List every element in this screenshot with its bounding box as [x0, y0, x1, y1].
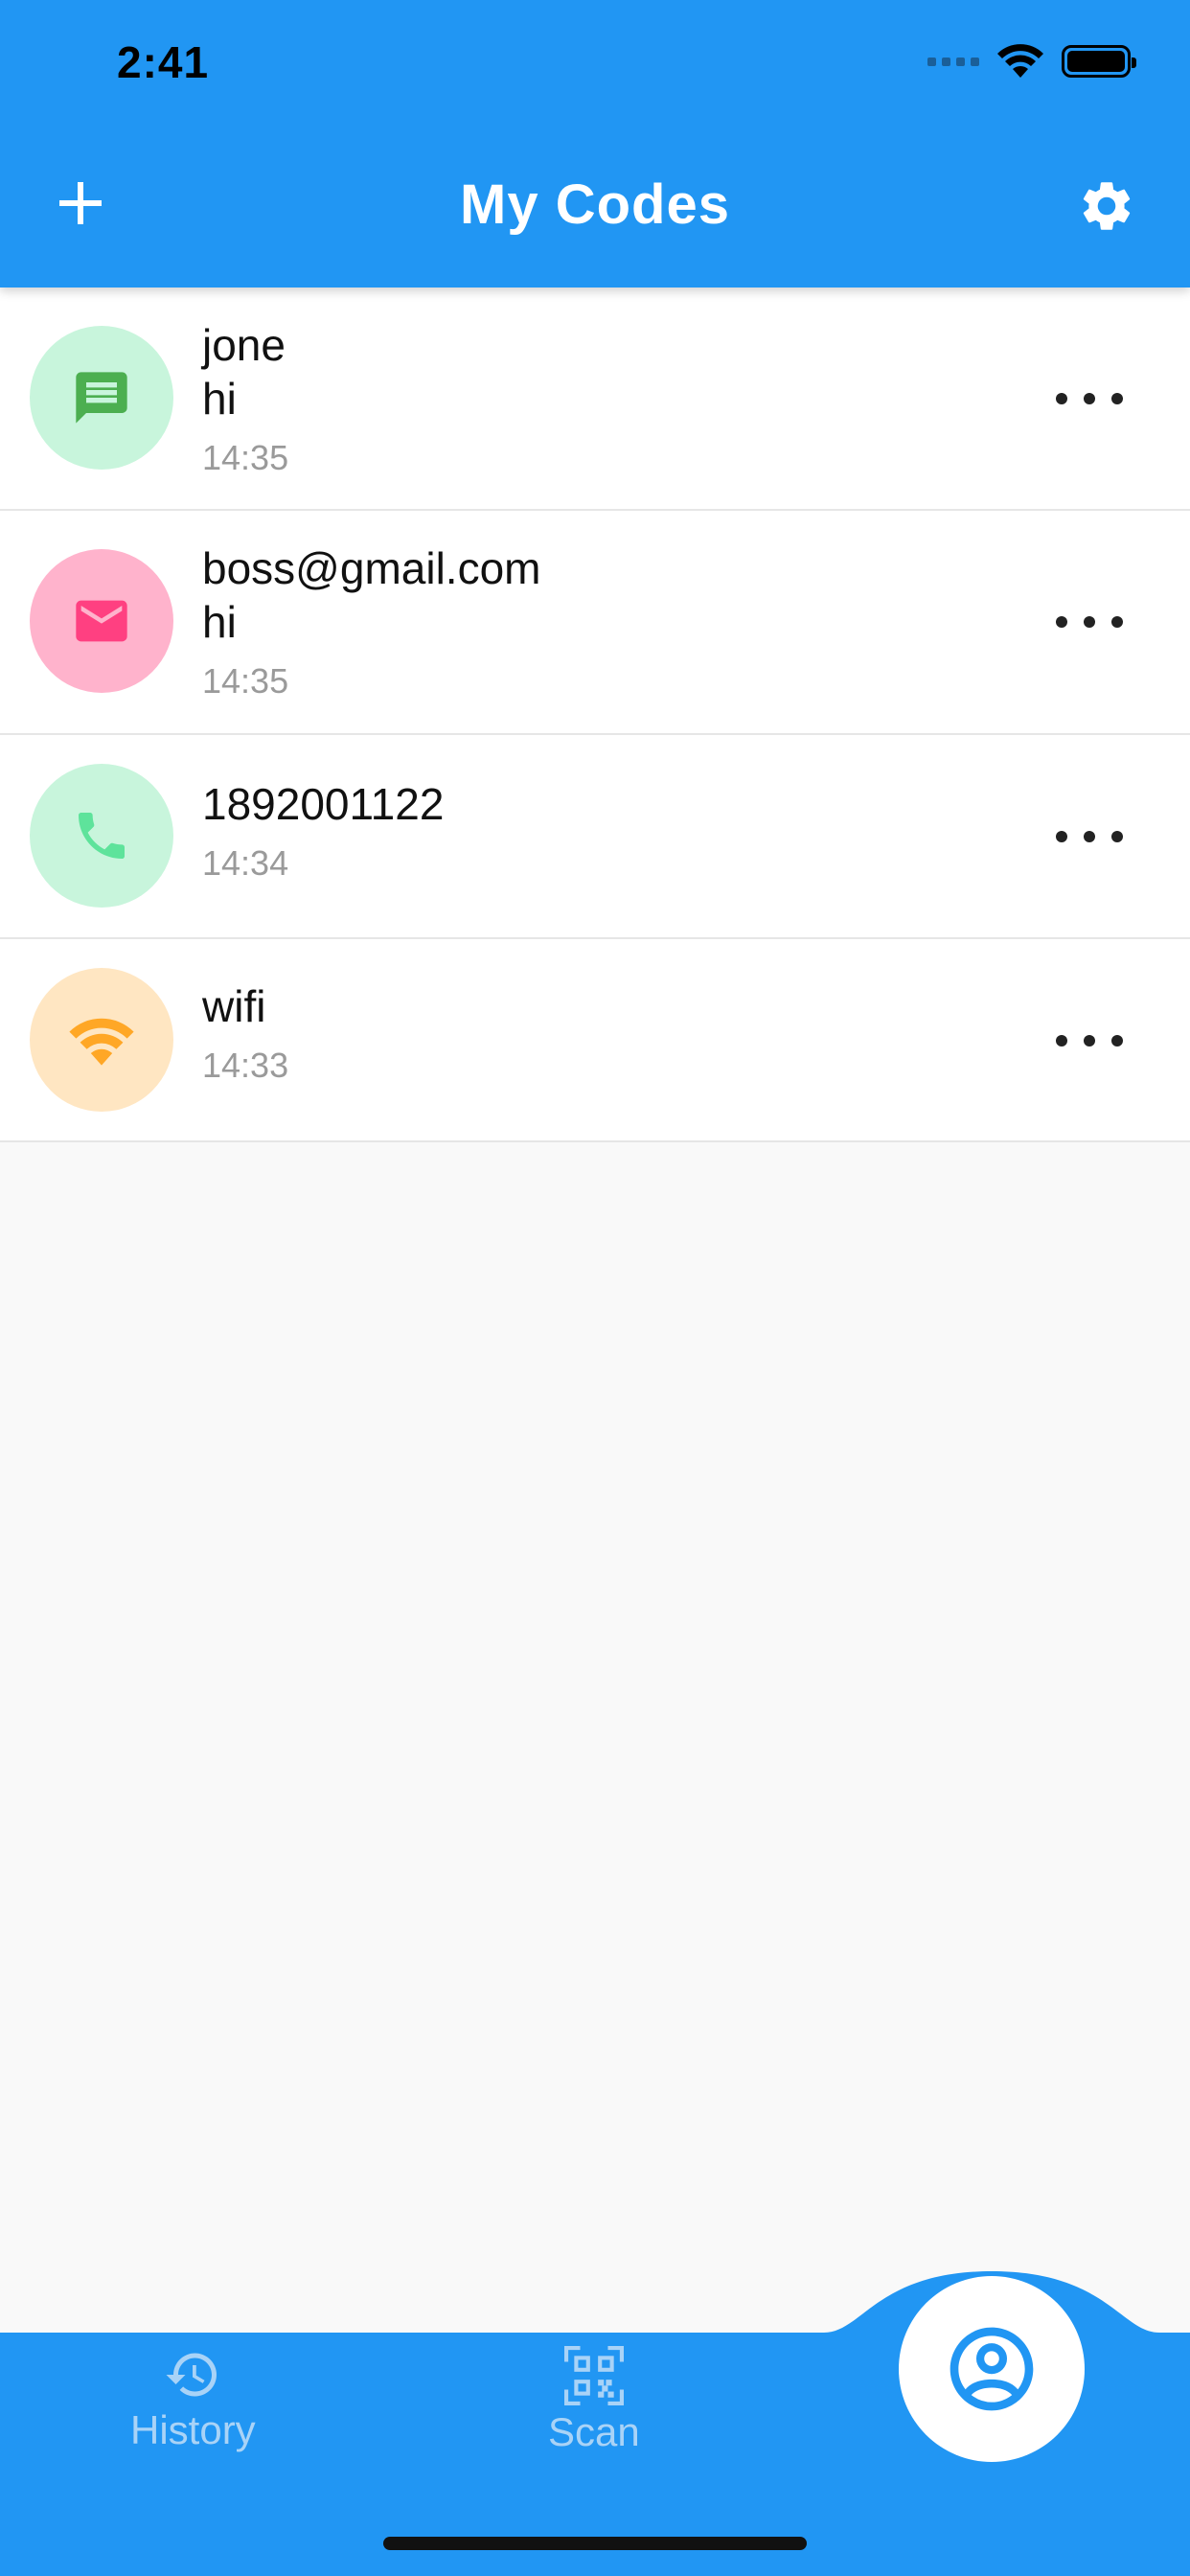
item-time: 14:33 [202, 1046, 289, 1085]
mail-icon-shape [76, 600, 127, 642]
more-options-button[interactable] [1056, 603, 1123, 641]
codes-list: jone hi 14:35 boss@gmail.com hi 14:35 18… [0, 288, 1190, 1142]
list-item[interactable]: wifi 14:33 [0, 939, 1190, 1142]
nav-history[interactable]: History [130, 2346, 256, 2453]
gear-icon [1083, 182, 1131, 230]
item-title: boss@gmail.com [202, 543, 541, 593]
nav-history-label: History [130, 2407, 256, 2452]
message-icon [76, 372, 127, 424]
cellular-signal-icon [927, 57, 979, 66]
nav-my-codes-button[interactable] [899, 2276, 1085, 2462]
mail-avatar [30, 549, 173, 693]
item-subtitle: hi [202, 597, 237, 647]
mail-icon [76, 600, 127, 642]
qr-scan-icon [563, 2346, 624, 2405]
nav-scan[interactable]: Scan [548, 2346, 640, 2455]
more-options-button[interactable] [1056, 817, 1123, 856]
item-time: 14:34 [202, 843, 289, 883]
item-time: 14:35 [202, 438, 289, 477]
item-subtitle: hi [202, 374, 237, 424]
list-item[interactable]: 1892001122 14:34 [0, 735, 1190, 939]
home-indicator [383, 2537, 807, 2550]
item-time: 14:35 [202, 661, 289, 701]
app-bar: 2:41 My Codes [0, 0, 1190, 288]
more-options-button[interactable] [1056, 380, 1123, 418]
status-time: 2:41 [117, 37, 210, 87]
phone-avatar [30, 764, 173, 908]
battery-icon [1062, 45, 1136, 78]
history-icon [166, 2353, 217, 2397]
wifi-icon [69, 1018, 134, 1066]
wifi-icon-shape [69, 1018, 134, 1066]
phone-icon-shape [79, 813, 125, 859]
phone-icon [79, 813, 125, 859]
item-title: wifi [202, 981, 266, 1031]
message-icon-shape [76, 372, 127, 424]
page-title: My Codes [460, 173, 730, 236]
list-item[interactable]: boss@gmail.com hi 14:35 [0, 511, 1190, 735]
screen: 2:41 My Codes jone hi 14:35 boss@gmail.c… [0, 0, 1190, 2576]
message-avatar [30, 326, 173, 470]
nav-scan-label: Scan [548, 2409, 640, 2454]
item-title: jone [202, 320, 286, 370]
status-icons [927, 42, 1136, 80]
account-circle-icon [950, 2327, 1034, 2411]
wifi-avatar [30, 968, 173, 1112]
more-options-button[interactable] [1056, 1022, 1123, 1060]
item-title: 1892001122 [202, 779, 445, 829]
wifi-status-icon [996, 43, 1044, 80]
list-item[interactable]: jone hi 14:35 [0, 288, 1190, 511]
settings-button[interactable] [1073, 172, 1140, 240]
